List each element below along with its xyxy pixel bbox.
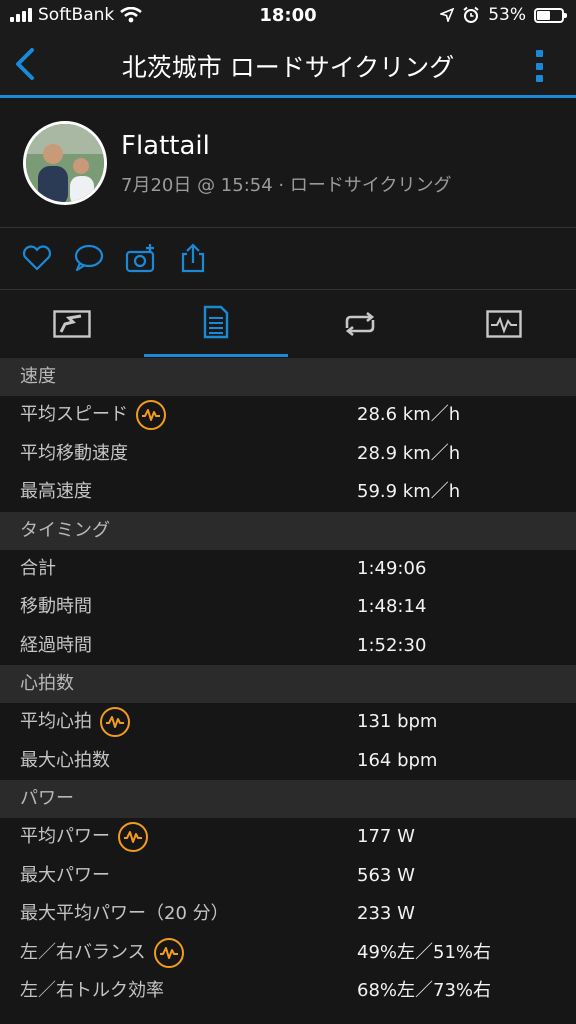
section-header: 速度	[0, 358, 576, 396]
stat-label-text: 最大パワー	[20, 864, 110, 886]
activity-meta: 7月20日 @ 15:54 · ロードサイクリング	[121, 175, 452, 196]
stat-label: 平均スピード	[20, 396, 166, 434]
stat-value: 1:52:30	[357, 634, 427, 656]
charts-tab-icon	[486, 309, 522, 338]
firstbeat-badge-icon[interactable]	[118, 822, 148, 852]
heart-icon[interactable]	[21, 242, 53, 274]
stat-value: 28.9 km／h	[357, 442, 461, 464]
share-icon[interactable]	[177, 242, 209, 274]
stat-row: 移動時間 1:48:14	[0, 588, 576, 627]
map-tab-icon	[53, 309, 91, 338]
location-arrow-icon	[440, 8, 455, 22]
user-name[interactable]: Flattail	[121, 131, 210, 161]
stat-label: 平均パワー	[20, 818, 148, 856]
stat-value: 59.9 km／h	[357, 481, 461, 502]
nav-bar: 北茨城市 ロードサイクリング	[0, 34, 576, 98]
stat-label: 最高速度	[20, 473, 92, 511]
tab-stats[interactable]	[144, 290, 288, 357]
section-header: パワー	[0, 780, 576, 818]
battery-icon	[534, 7, 567, 23]
stat-row: 最大心拍数 164 bpm	[0, 741, 576, 780]
stat-label-text: 最大心拍数	[20, 749, 110, 771]
stat-label-text: 平均移動速度	[20, 442, 128, 464]
stat-row: 最大パワー 563 W	[0, 856, 576, 895]
stat-label: 経過時間	[20, 627, 92, 665]
stat-row: 左／右トルク効率 68%左／73%右	[0, 972, 576, 1011]
stat-label-text: 平均パワー	[20, 826, 110, 847]
stat-label: 左／右トルク効率	[20, 972, 164, 1010]
status-right: 53%	[440, 5, 567, 25]
stat-value: 233 W	[357, 903, 415, 924]
action-row	[0, 228, 576, 290]
stat-label-text: 合計	[20, 557, 56, 579]
laps-tab-icon	[345, 311, 375, 336]
stat-label-text: 最高速度	[20, 481, 92, 502]
stat-row: 経過時間 1:52:30	[0, 626, 576, 665]
tab-charts[interactable]	[432, 290, 576, 357]
stat-row: 平均移動速度 28.9 km／h	[0, 434, 576, 473]
avatar[interactable]	[23, 121, 107, 205]
more-menu-icon[interactable]	[536, 50, 544, 82]
stats-tab-icon	[203, 305, 229, 339]
stat-label-text: 平均心拍	[20, 711, 92, 732]
comment-icon[interactable]	[73, 242, 105, 274]
stat-value: 1:49:06	[357, 557, 427, 579]
section-header: タイミング	[0, 511, 576, 550]
stat-value: 28.6 km／h	[357, 404, 461, 425]
alarm-icon	[463, 6, 479, 23]
stat-label-text: 経過時間	[20, 634, 92, 656]
page-title: 北茨城市 ロードサイクリング	[121, 53, 455, 82]
stat-label: 最大心拍数	[20, 742, 110, 780]
stat-value: 49%左／51%右	[357, 941, 492, 963]
add-photo-icon[interactable]	[125, 242, 157, 274]
stat-row: 左／右バランス 49%左／51%右	[0, 933, 576, 972]
stat-row: 平均心拍 131 bpm	[0, 703, 576, 742]
stat-label-text: 左／右バランス	[20, 941, 146, 963]
stat-label: 合計	[20, 550, 56, 588]
stat-value: 563 W	[357, 864, 415, 886]
tab-bar	[0, 290, 576, 357]
stat-row: 最高速度 59.9 km／h	[0, 473, 576, 512]
stat-value: 164 bpm	[357, 749, 438, 771]
battery-percent: 53%	[488, 5, 526, 25]
stat-label-text: 左／右トルク効率	[20, 980, 164, 1001]
stat-label: 左／右バランス	[20, 934, 184, 972]
stat-value: 68%左／73%右	[357, 980, 492, 1001]
stat-label: 最大パワー	[20, 857, 110, 895]
stat-value: 177 W	[357, 826, 415, 847]
stat-row: 平均パワー 177 W	[0, 818, 576, 857]
activity-header: Flattail 7月20日 @ 15:54 · ロードサイクリング	[0, 101, 576, 228]
stat-label: 平均移動速度	[20, 435, 128, 473]
section-header: 心拍数	[0, 665, 576, 703]
stat-row: 合計 1:49:06	[0, 549, 576, 588]
stat-label: 最大平均パワー（20 分）	[20, 895, 229, 933]
stat-label: 平均心拍	[20, 703, 130, 741]
stat-label-text: 最大平均パワー（20 分）	[20, 903, 229, 924]
stats-list: 速度平均スピード 28.6 km／h 平均移動速度 28.9 km／h 最高速度 59.9…	[0, 358, 576, 1011]
stat-value: 1:48:14	[357, 596, 427, 617]
stat-label-text: 移動時間	[20, 596, 92, 617]
stat-row: 平均スピード 28.6 km／h	[0, 396, 576, 435]
firstbeat-badge-icon[interactable]	[100, 707, 130, 737]
stat-row: 最大平均パワー（20 分） 233 W	[0, 895, 576, 934]
tab-map[interactable]	[0, 290, 144, 357]
stat-label: 移動時間	[20, 588, 92, 626]
stat-value: 131 bpm	[357, 711, 438, 732]
firstbeat-badge-icon[interactable]	[153, 937, 184, 968]
firstbeat-badge-icon[interactable]	[136, 400, 166, 430]
status-bar: SoftBank 18:00 53%	[0, 0, 576, 34]
stat-label-text: 平均スピード	[20, 404, 128, 425]
tab-laps[interactable]	[288, 290, 432, 357]
